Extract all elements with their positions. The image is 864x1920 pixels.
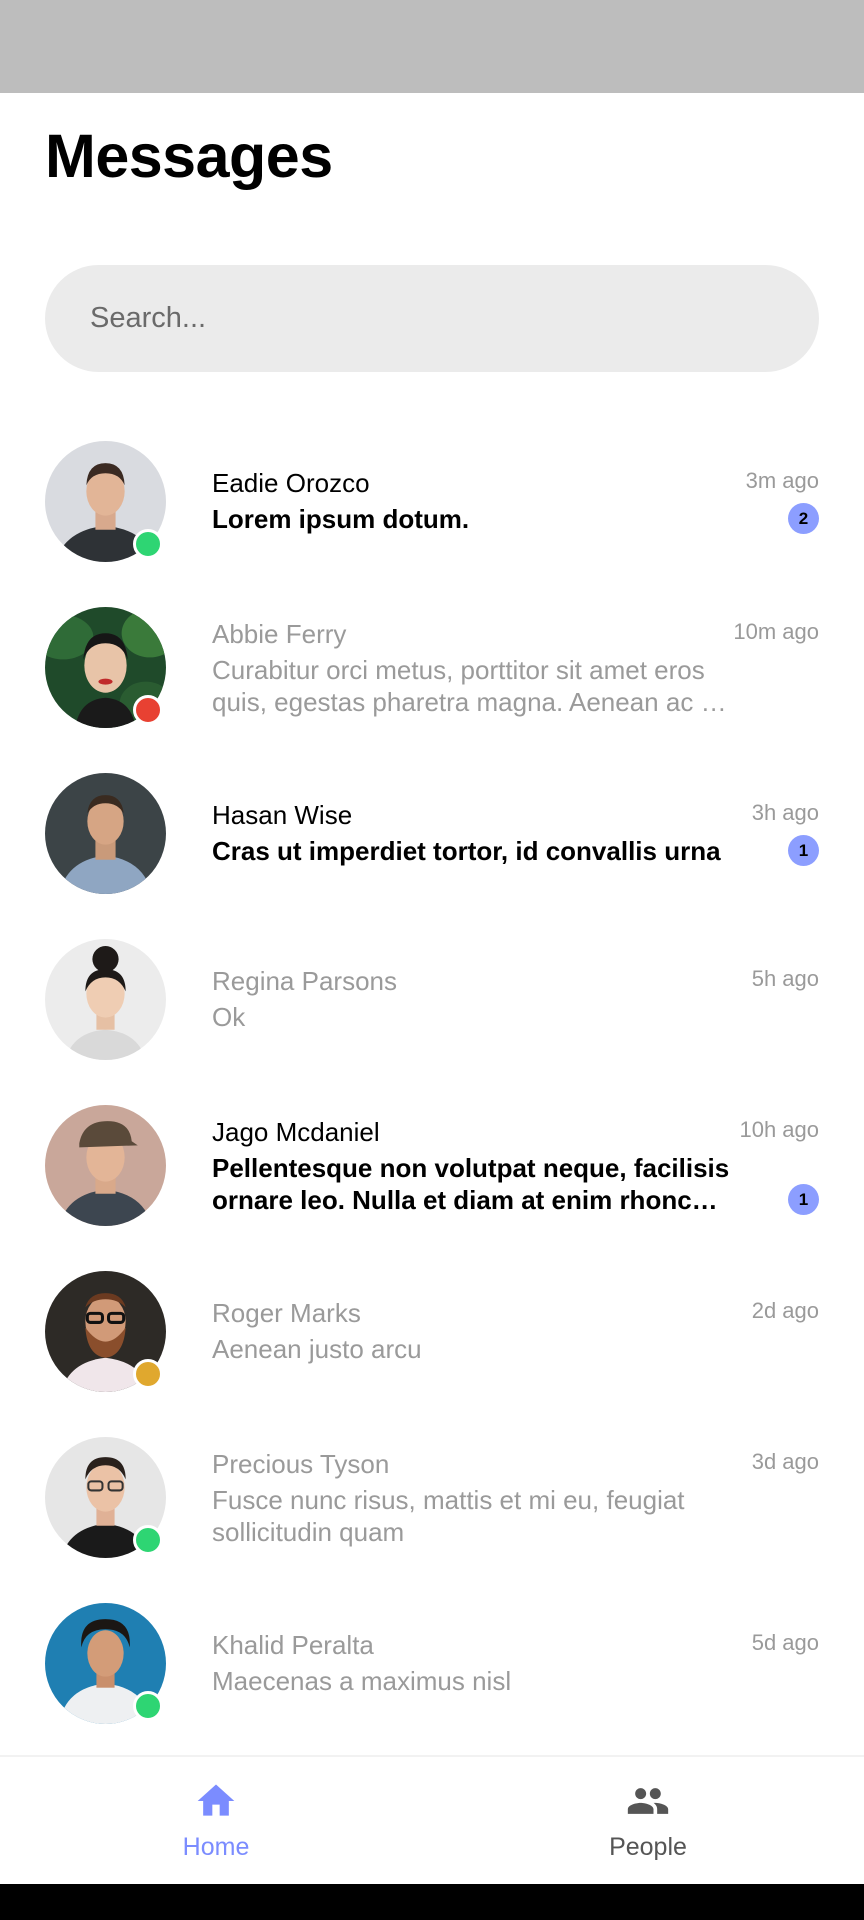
message-preview: Ok (212, 1002, 246, 1032)
timestamp: 5h ago (751, 966, 819, 991)
nav-label-home: Home (182, 1833, 250, 1861)
timestamp: 5d ago (751, 1630, 819, 1655)
online-status-dot (133, 1525, 163, 1555)
nav-tab-people[interactable]: People (432, 1757, 864, 1886)
avatar (45, 939, 166, 1060)
contact-name: Abbie Ferry (212, 619, 347, 649)
people-icon (627, 1788, 669, 1814)
avatar (45, 607, 166, 728)
busy-status-dot (133, 695, 163, 725)
conversation-item-eadie-orozco[interactable]: Eadie Orozco Lorem ipsum dotum. 3m ago 2 (0, 415, 864, 581)
timestamp: 10m ago (733, 619, 819, 644)
nav-label-people: People (609, 1833, 687, 1861)
avatar (45, 1271, 166, 1392)
avatar (45, 1105, 166, 1226)
conversation-list: Eadie Orozco Lorem ipsum dotum. 3m ago 2 (0, 415, 864, 1755)
conversation-item-roger-marks[interactable]: Roger Marks Aenean justo arcu 2d ago (0, 1245, 864, 1411)
message-preview: Aenean justo arcu (212, 1334, 422, 1364)
message-preview: Cras ut imperdiet tortor, id convallis u… (212, 836, 721, 866)
away-status-dot (133, 1359, 163, 1389)
avatar (45, 1437, 166, 1558)
contact-name: Roger Marks (212, 1298, 361, 1328)
contact-name: Khalid Peralta (212, 1630, 374, 1660)
unread-badge: 1 (788, 1184, 819, 1215)
conversation-item-precious-tyson[interactable]: Precious Tyson Fusce nunc risus, mattis … (0, 1411, 864, 1577)
bottom-nav: Home People (0, 1755, 864, 1884)
system-navigation-bar (0, 1884, 864, 1920)
message-preview: Fusce nunc risus, mattis et mi eu, feugi… (212, 1485, 685, 1547)
timestamp: 3h ago (751, 800, 819, 825)
page-title: Messages (45, 122, 333, 190)
search-input[interactable] (90, 265, 770, 372)
conversation-item-jago-mcdaniel[interactable]: Jago Mcdaniel Pellentesque non volutpat … (0, 1079, 864, 1245)
conversation-item-abbie-ferry[interactable]: Abbie Ferry Curabitur orci metus, portti… (0, 581, 864, 747)
message-preview: Pellentesque non volutpat neque, facilis… (212, 1153, 730, 1215)
unread-badge: 1 (788, 835, 819, 866)
online-status-dot (133, 1691, 163, 1721)
home-icon (197, 1784, 235, 1816)
message-preview: Curabitur orci metus, porttitor sit amet… (212, 655, 728, 717)
messages-screen: Messages Eadie Oroz (0, 0, 864, 1920)
contact-name: Hasan Wise (212, 800, 353, 830)
timestamp: 2d ago (751, 1298, 819, 1323)
avatar (45, 1603, 166, 1724)
conversation-item-khalid-peralta[interactable]: Khalid Peralta Maecenas a maximus nisl 5… (0, 1577, 864, 1743)
avatar (45, 441, 166, 562)
contact-name: Regina Parsons (212, 966, 397, 996)
contact-name: Jago Mcdaniel (212, 1117, 380, 1147)
conversation-item-regina-parsons[interactable]: Regina Parsons Ok 5h ago (0, 913, 864, 1079)
nav-tab-home[interactable]: Home (0, 1757, 432, 1886)
message-preview: Maecenas a maximus nisl (212, 1666, 512, 1696)
timestamp: 3d ago (751, 1449, 819, 1474)
message-preview: Lorem ipsum dotum. (212, 504, 470, 534)
search-box[interactable] (45, 265, 819, 372)
avatar-photo (45, 939, 166, 1060)
conversation-item-hasan-wise[interactable]: Hasan Wise Cras ut imperdiet tortor, id … (0, 747, 864, 913)
unread-badge: 2 (788, 503, 819, 534)
contact-name: Eadie Orozco (212, 468, 370, 498)
avatar (45, 773, 166, 894)
contact-name: Precious Tyson (212, 1449, 390, 1479)
status-bar (0, 0, 864, 93)
timestamp: 10h ago (739, 1117, 819, 1142)
online-status-dot (133, 529, 163, 559)
avatar-photo (45, 773, 166, 894)
avatar-photo (45, 1105, 166, 1226)
timestamp: 3m ago (745, 468, 819, 493)
